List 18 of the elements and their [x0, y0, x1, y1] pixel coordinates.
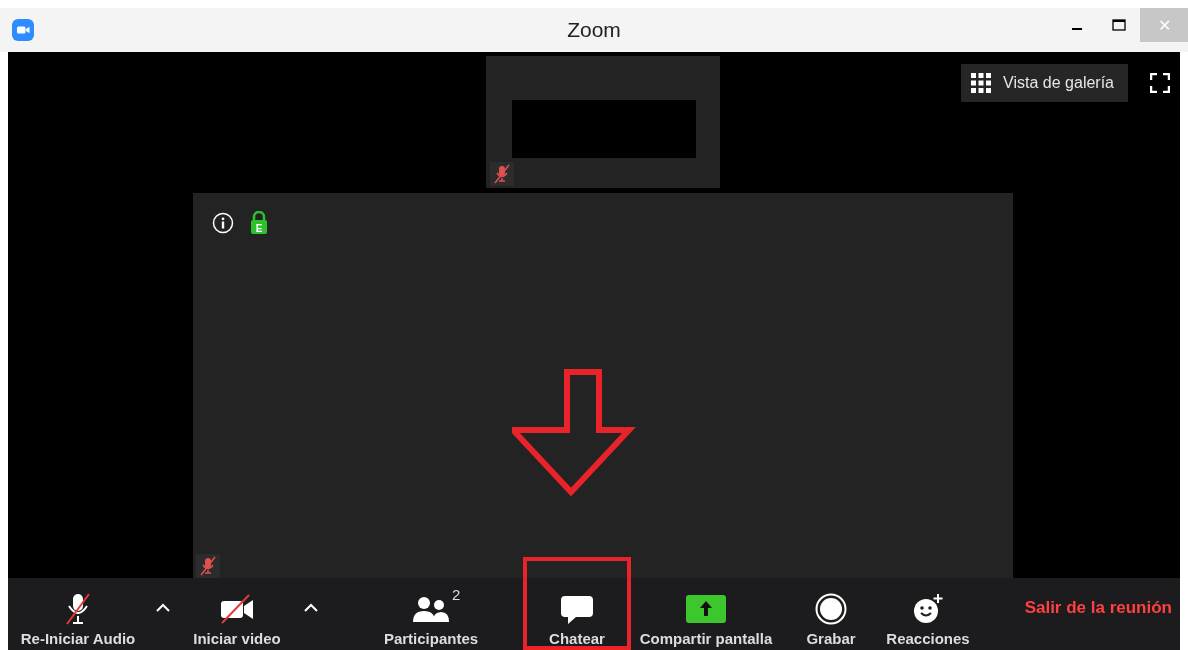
fullscreen-icon[interactable]	[1150, 73, 1170, 93]
reactions-button[interactable]: Reacciones	[880, 578, 976, 650]
gallery-view-button[interactable]: Vista de galería	[961, 64, 1128, 102]
info-icon[interactable]	[212, 212, 234, 234]
grid-icon	[971, 73, 992, 93]
minimize-icon	[1072, 28, 1082, 30]
participant-count: 2	[452, 586, 461, 603]
app-logo-icon	[12, 19, 34, 41]
window-title: Zoom	[567, 18, 621, 42]
caret-icon	[155, 603, 171, 613]
maximize-icon	[1112, 19, 1126, 31]
share-button[interactable]: Compartir pantalla	[636, 578, 776, 650]
chat-button[interactable]: Chatear	[523, 578, 631, 650]
caret-icon	[303, 603, 319, 613]
video-button[interactable]: Iniciar video	[178, 578, 296, 650]
record-button[interactable]: Grabar	[790, 578, 872, 650]
audio-button[interactable]: Re-Iniciar Audio	[8, 578, 148, 650]
leave-meeting-button[interactable]: Salir de la reunión	[1020, 578, 1176, 650]
